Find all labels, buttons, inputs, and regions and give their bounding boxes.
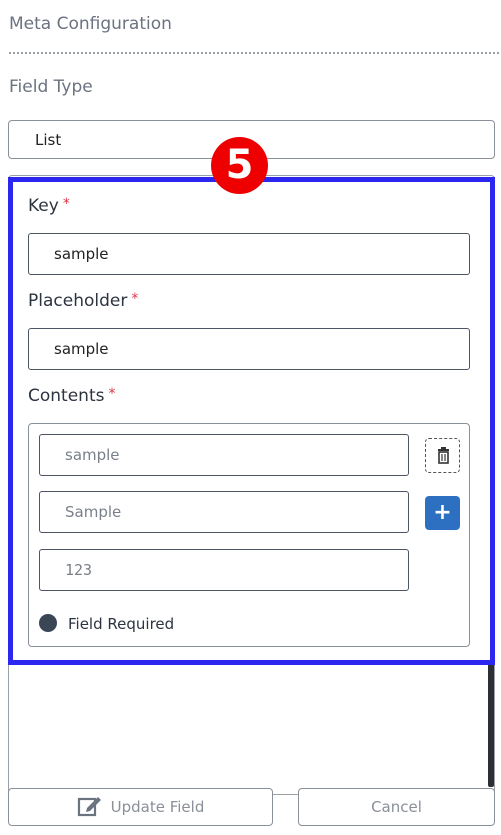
field-type-value: List <box>35 131 62 149</box>
key-input-value: sample <box>54 245 109 263</box>
contents-list: sample Sample + 123 Field Required <box>28 423 470 647</box>
field-required-toggle[interactable] <box>39 614 57 632</box>
content-item-value: 123 <box>65 561 93 579</box>
field-required-label: Field Required <box>68 615 175 633</box>
update-field-label: Update Field <box>110 798 205 816</box>
content-item-input[interactable]: sample <box>39 434 409 476</box>
delete-item-button[interactable] <box>425 438 460 473</box>
content-item-value: Sample <box>65 503 122 521</box>
contents-label: Contents * <box>28 386 115 406</box>
key-input[interactable]: sample <box>28 233 470 275</box>
key-required-mark: * <box>62 196 70 212</box>
trash-icon <box>438 447 449 464</box>
annotation-step-badge: 5 <box>211 137 268 194</box>
edit-icon <box>77 796 101 816</box>
dotted-divider <box>9 52 499 54</box>
placeholder-label: Placeholder * <box>28 291 138 311</box>
add-item-button[interactable]: + <box>425 496 460 530</box>
plus-icon: + <box>433 500 452 525</box>
cancel-label: Cancel <box>371 798 422 816</box>
placeholder-input[interactable]: sample <box>28 328 470 370</box>
contents-label-text: Contents <box>28 386 105 406</box>
field-type-label: Field Type <box>9 77 93 97</box>
content-item-input[interactable]: 123 <box>39 549 409 591</box>
update-field-button[interactable]: Update Field <box>8 788 273 826</box>
section-title: Meta Configuration <box>9 14 172 34</box>
placeholder-label-text: Placeholder <box>28 291 128 311</box>
cancel-button[interactable]: Cancel <box>298 788 495 826</box>
contents-required-mark: * <box>108 386 116 402</box>
placeholder-required-mark: * <box>131 291 139 307</box>
content-item-value: sample <box>65 446 120 464</box>
content-item-input[interactable]: Sample <box>39 491 409 533</box>
key-label: Key * <box>28 196 70 216</box>
key-label-text: Key <box>28 196 59 216</box>
placeholder-input-value: sample <box>54 340 109 358</box>
panel-scrollbar[interactable] <box>488 662 494 787</box>
